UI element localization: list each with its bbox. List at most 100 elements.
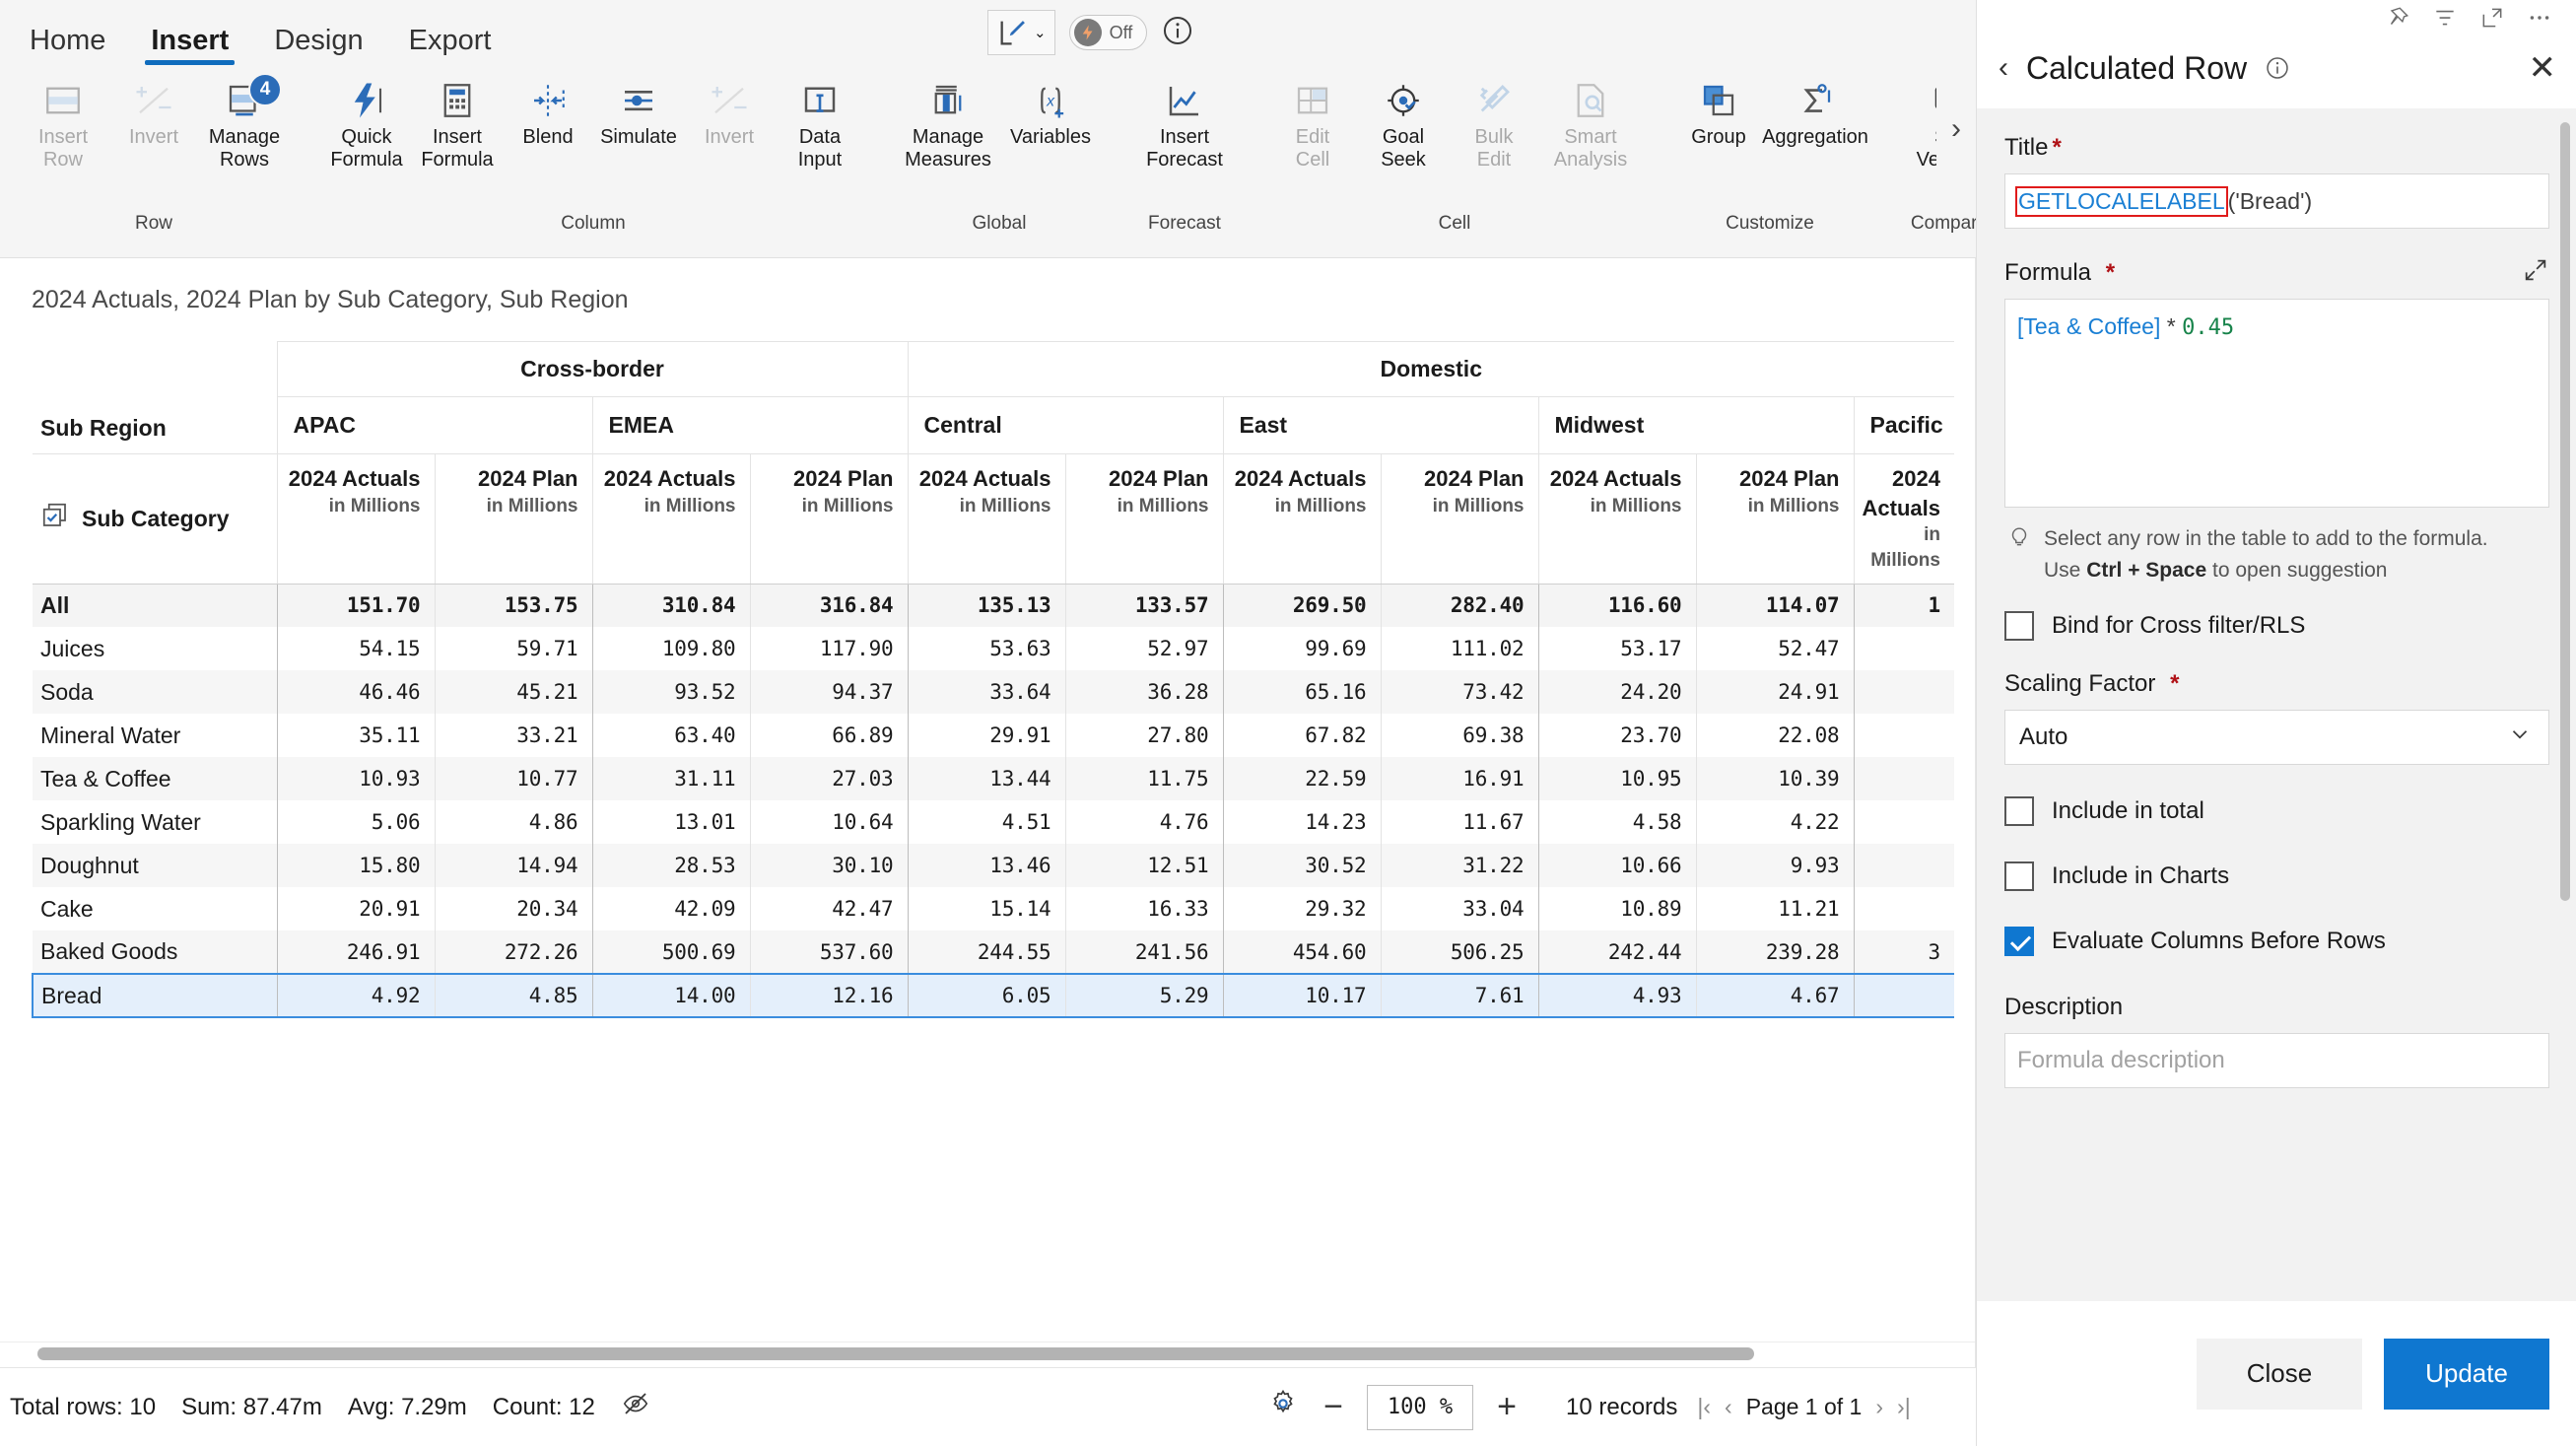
gear-icon[interactable] bbox=[1266, 1387, 1300, 1427]
data-cell[interactable] bbox=[1854, 800, 1954, 844]
popout-icon[interactable] bbox=[2479, 5, 2505, 31]
data-cell[interactable]: 99.69 bbox=[1223, 627, 1381, 670]
data-cell[interactable] bbox=[1854, 670, 1954, 714]
data-cell[interactable]: 45.21 bbox=[435, 670, 592, 714]
data-cell[interactable]: 506.25 bbox=[1381, 930, 1538, 974]
goal-seek-button[interactable]: Goal Seek bbox=[1358, 73, 1449, 172]
data-cell[interactable]: 16.91 bbox=[1381, 757, 1538, 800]
first-page-button[interactable]: |‹ bbox=[1697, 1394, 1711, 1420]
data-cell[interactable]: 12.16 bbox=[750, 974, 908, 1017]
data-cell[interactable]: 31.11 bbox=[592, 757, 750, 800]
include-in-charts-checkbox[interactable] bbox=[2004, 861, 2034, 891]
table-row[interactable]: Sparkling Water5.064.8613.0110.644.514.7… bbox=[33, 800, 1954, 844]
data-cell[interactable]: 16.33 bbox=[1065, 887, 1223, 930]
data-cell[interactable]: 33.04 bbox=[1381, 887, 1538, 930]
expand-diagonal-icon[interactable] bbox=[2522, 256, 2549, 289]
data-cell[interactable]: 316.84 bbox=[750, 584, 908, 627]
manage-rows-button[interactable]: 4 Manage Rows bbox=[199, 73, 290, 172]
data-cell[interactable]: 9.93 bbox=[1696, 844, 1854, 887]
data-cell[interactable]: 4.67 bbox=[1696, 974, 1854, 1017]
measure-east-plan[interactable]: 2024 Planin Millions bbox=[1381, 454, 1538, 585]
data-cell[interactable]: 67.82 bbox=[1223, 714, 1381, 757]
insert-forecast-button[interactable]: Insert Forecast bbox=[1133, 73, 1236, 172]
smart-analysis-button[interactable]: Smart Analysis bbox=[1539, 73, 1642, 172]
data-cell[interactable]: 114.07 bbox=[1696, 584, 1854, 627]
data-cell[interactable]: 135.13 bbox=[908, 584, 1065, 627]
last-page-button[interactable]: ›| bbox=[1897, 1394, 1911, 1420]
horizontal-scroll-thumb[interactable] bbox=[37, 1347, 1754, 1360]
table-row[interactable]: Doughnut15.8014.9428.5330.1013.4612.5130… bbox=[33, 844, 1954, 887]
row-label-cell[interactable]: Baked Goods bbox=[33, 930, 277, 974]
data-cell[interactable]: 29.32 bbox=[1223, 887, 1381, 930]
info-circle-icon[interactable] bbox=[1161, 14, 1194, 52]
table-row[interactable]: Juices54.1559.71109.80117.9053.6352.9799… bbox=[33, 627, 1954, 670]
header-subregion-emea[interactable]: EMEA bbox=[592, 397, 908, 454]
include-in-total-checkbox[interactable] bbox=[2004, 796, 2034, 826]
data-cell[interactable]: 27.03 bbox=[750, 757, 908, 800]
row-label-cell[interactable]: Mineral Water bbox=[33, 714, 277, 757]
table-row[interactable]: Soda46.4645.2193.5294.3733.6436.2865.167… bbox=[33, 670, 1954, 714]
row-label-cell[interactable]: Juices bbox=[33, 627, 277, 670]
data-cell[interactable]: 31.22 bbox=[1381, 844, 1538, 887]
data-cell[interactable]: 10.89 bbox=[1538, 887, 1696, 930]
data-cell[interactable]: 1 bbox=[1854, 584, 1954, 627]
data-cell[interactable]: 33.64 bbox=[908, 670, 1065, 714]
data-cell[interactable]: 111.02 bbox=[1381, 627, 1538, 670]
data-cell[interactable]: 28.53 bbox=[592, 844, 750, 887]
data-cell[interactable]: 29.91 bbox=[908, 714, 1065, 757]
quick-formula-button[interactable]: Quick Formula bbox=[321, 73, 412, 172]
close-icon[interactable]: ✕ bbox=[2529, 51, 2557, 85]
data-cell[interactable]: 69.38 bbox=[1381, 714, 1538, 757]
header-subregion-central[interactable]: Central bbox=[908, 397, 1223, 454]
ribbon-overflow-button[interactable]: › bbox=[1936, 65, 1976, 193]
zoom-in-button[interactable]: + bbox=[1493, 1388, 1521, 1426]
row-label-cell[interactable]: Sparkling Water bbox=[33, 800, 277, 844]
data-cell[interactable]: 282.40 bbox=[1381, 584, 1538, 627]
data-cell[interactable]: 537.60 bbox=[750, 930, 908, 974]
tab-export[interactable]: Export bbox=[403, 27, 498, 65]
simulate-button[interactable]: Simulate bbox=[593, 73, 684, 149]
header-subregion-pacific[interactable]: Pacific bbox=[1854, 397, 1954, 454]
row-label-cell[interactable]: Cake bbox=[33, 887, 277, 930]
data-cell[interactable]: 12.51 bbox=[1065, 844, 1223, 887]
data-cell[interactable]: 4.58 bbox=[1538, 800, 1696, 844]
table-row[interactable]: Tea & Coffee10.9310.7731.1127.0313.4411.… bbox=[33, 757, 1954, 800]
data-cell[interactable]: 5.06 bbox=[277, 800, 435, 844]
include-in-total-checkbox-row[interactable]: Include in total bbox=[2004, 796, 2549, 826]
more-icon[interactable] bbox=[2527, 5, 2552, 31]
data-cell[interactable]: 30.52 bbox=[1223, 844, 1381, 887]
data-cell[interactable]: 20.34 bbox=[435, 887, 592, 930]
data-cell[interactable]: 6.05 bbox=[908, 974, 1065, 1017]
category-header[interactable]: Sub Category bbox=[33, 454, 277, 585]
table-row[interactable]: Mineral Water35.1133.2163.4066.8929.9127… bbox=[33, 714, 1954, 757]
data-cell[interactable]: 14.94 bbox=[435, 844, 592, 887]
edit-cell-button[interactable]: Edit Cell bbox=[1267, 73, 1358, 172]
data-cell[interactable] bbox=[1854, 757, 1954, 800]
insert-formula-button[interactable]: Insert Formula bbox=[412, 73, 503, 172]
data-cell[interactable]: 46.46 bbox=[277, 670, 435, 714]
data-cell[interactable]: 4.76 bbox=[1065, 800, 1223, 844]
data-cell[interactable]: 15.14 bbox=[908, 887, 1065, 930]
data-cell[interactable]: 241.56 bbox=[1065, 930, 1223, 974]
measure-pacific-actuals[interactable]: 2024 Actualsin Millions bbox=[1854, 454, 1954, 585]
measure-east-actuals[interactable]: 2024 Actualsin Millions bbox=[1223, 454, 1381, 585]
close-button[interactable]: Close bbox=[2197, 1339, 2362, 1410]
data-cell[interactable]: 23.70 bbox=[1538, 714, 1696, 757]
data-cell[interactable]: 53.63 bbox=[908, 627, 1065, 670]
data-cell[interactable]: 310.84 bbox=[592, 584, 750, 627]
eye-off-icon[interactable] bbox=[621, 1389, 650, 1425]
row-label-cell[interactable]: Doughnut bbox=[33, 844, 277, 887]
data-cell[interactable]: 5.29 bbox=[1065, 974, 1223, 1017]
data-cell[interactable]: 42.47 bbox=[750, 887, 908, 930]
aggregation-button[interactable]: Aggregation bbox=[1764, 73, 1866, 149]
measure-emea-actuals[interactable]: 2024 Actualsin Millions bbox=[592, 454, 750, 585]
data-cell[interactable]: 3 bbox=[1854, 930, 1954, 974]
table-row[interactable]: Baked Goods246.91272.26500.69537.60244.5… bbox=[33, 930, 1954, 974]
group-button[interactable]: Group bbox=[1673, 73, 1764, 149]
horizontal-scrollbar[interactable] bbox=[0, 1342, 1976, 1367]
data-cell[interactable]: 30.10 bbox=[750, 844, 908, 887]
description-input[interactable]: Formula description bbox=[2004, 1033, 2549, 1088]
data-cell[interactable] bbox=[1854, 887, 1954, 930]
data-cell[interactable]: 4.92 bbox=[277, 974, 435, 1017]
tab-insert[interactable]: Insert bbox=[145, 27, 235, 65]
